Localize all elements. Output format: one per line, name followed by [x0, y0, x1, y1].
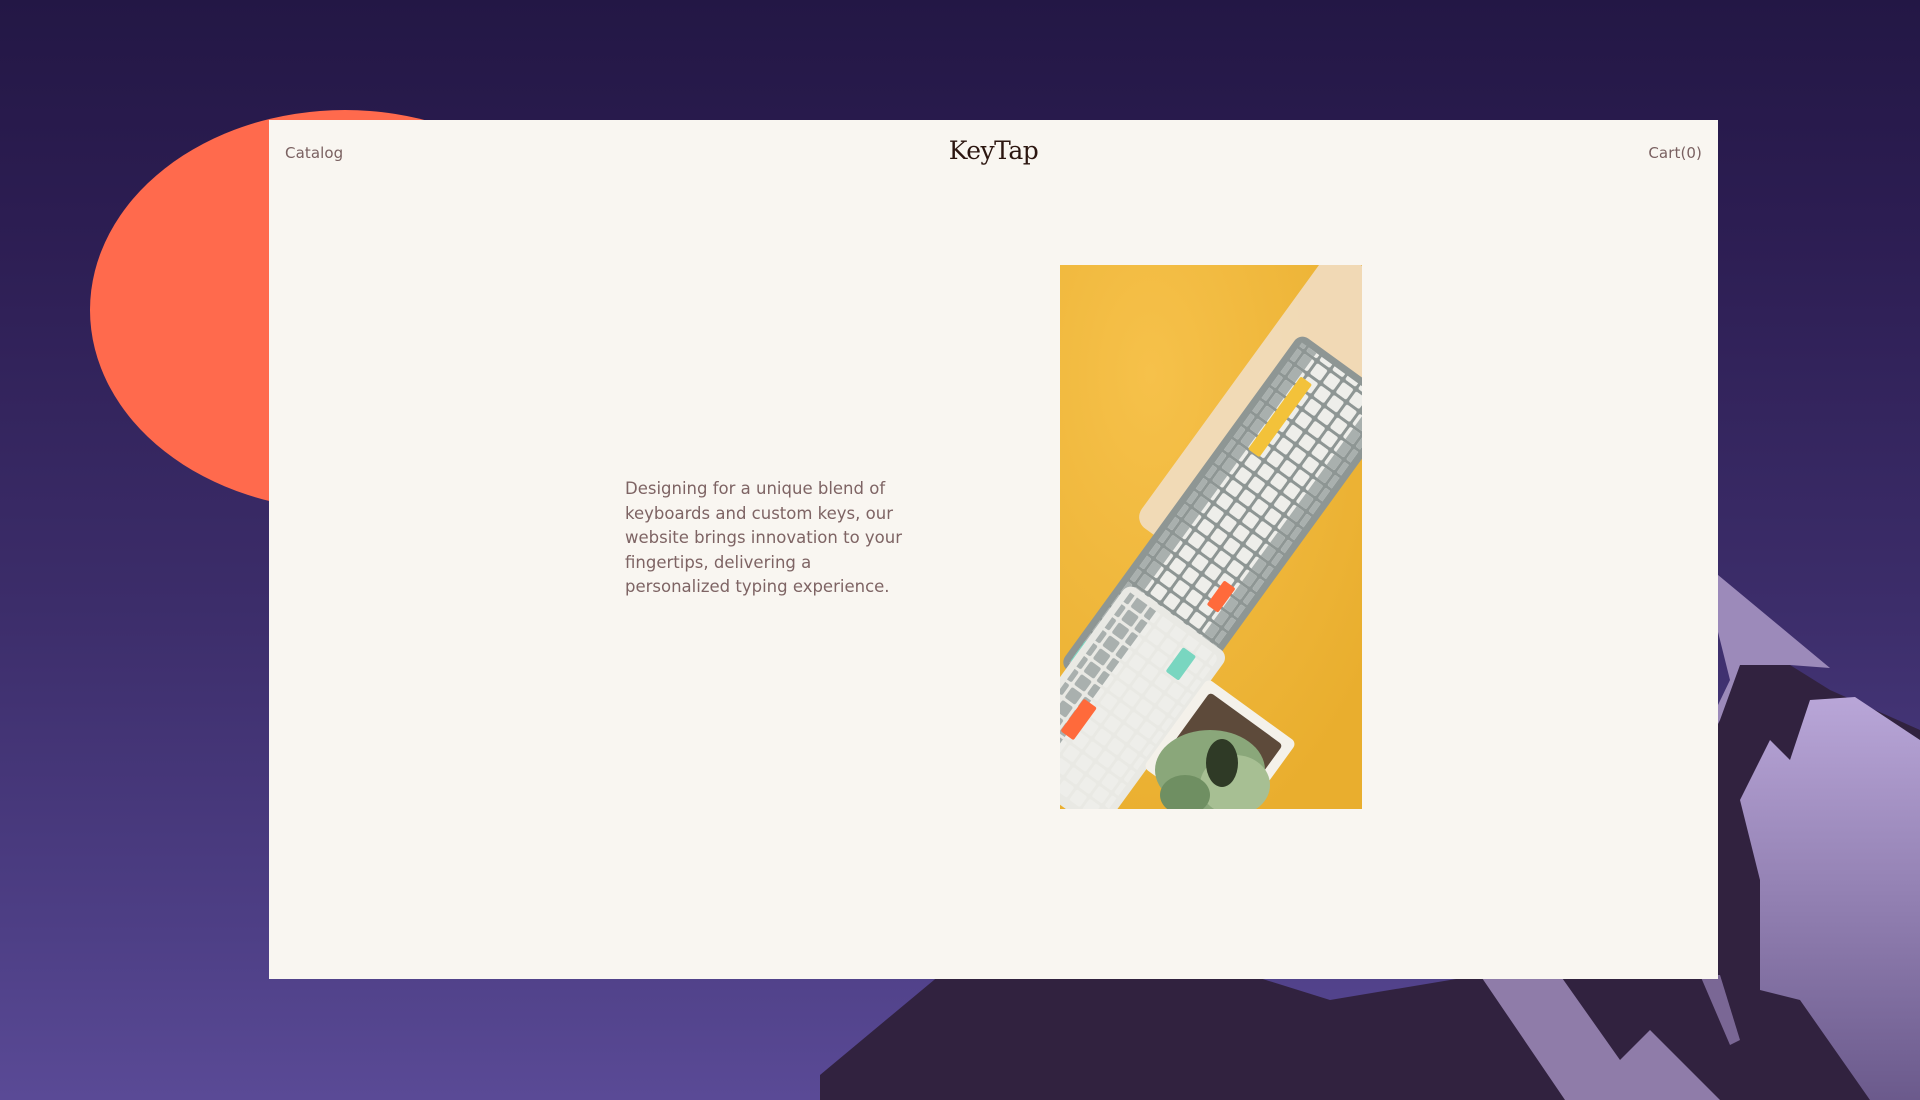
keyboard-photo-illustration [1060, 265, 1362, 809]
desktop-background: Catalog KeyTap Cart(0) Designing for a u… [0, 0, 1920, 1100]
logo-text[interactable]: KeyTap [949, 136, 1039, 165]
hero-tagline: Designing for a unique blend of keyboard… [625, 479, 903, 596]
site-logo: KeyTap [269, 135, 1718, 167]
browser-window: Catalog KeyTap Cart(0) Designing for a u… [269, 120, 1718, 979]
product-image [1060, 265, 1362, 809]
cart-link[interactable]: Cart(0) [1648, 144, 1702, 162]
